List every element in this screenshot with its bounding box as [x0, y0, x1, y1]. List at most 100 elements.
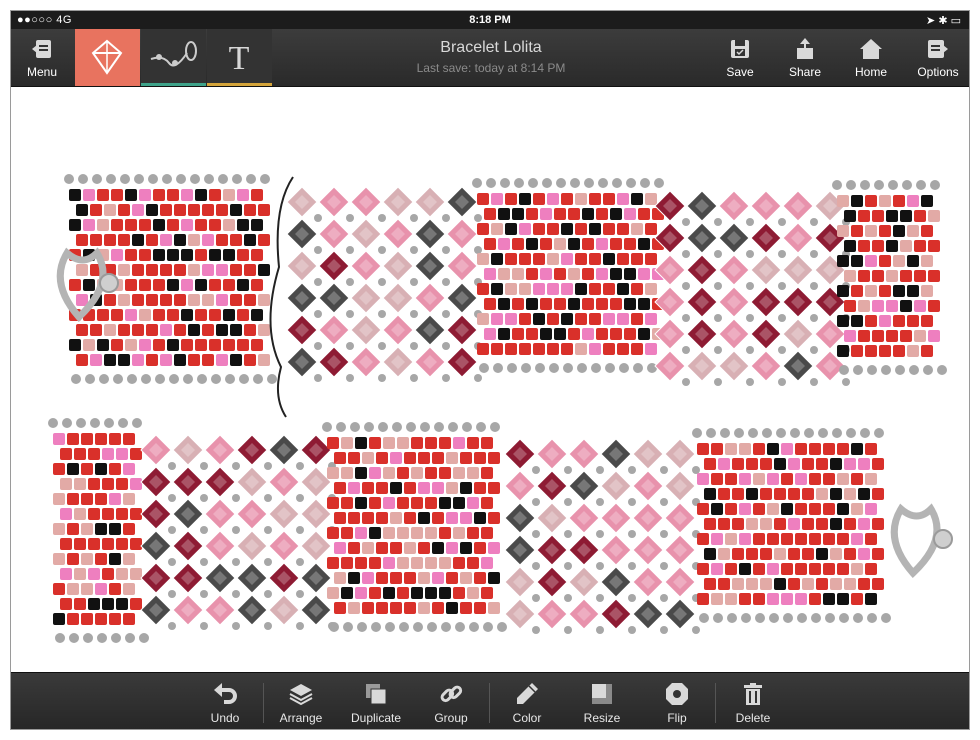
seed-bead[interactable] [575, 223, 587, 235]
seed-bead[interactable] [341, 437, 353, 449]
seed-bead[interactable] [711, 473, 723, 485]
seed-bead[interactable] [491, 253, 503, 265]
seed-bead[interactable] [533, 193, 545, 205]
seed-bead[interactable] [697, 563, 709, 575]
seed-bead[interactable] [753, 503, 765, 515]
seed-bead[interactable] [844, 458, 856, 470]
seed-bead[interactable] [362, 602, 374, 614]
seed-bead[interactable] [195, 309, 207, 321]
seed-bead[interactable] [631, 343, 643, 355]
seed-bead[interactable] [258, 354, 270, 366]
seed-bead[interactable] [74, 478, 86, 490]
seed-bead[interactable] [153, 219, 165, 231]
seed-bead[interactable] [872, 548, 884, 560]
seed-bead[interactable] [404, 572, 416, 584]
seed-bead[interactable] [491, 343, 503, 355]
seed-bead[interactable] [837, 285, 849, 297]
seed-bead[interactable] [109, 493, 121, 505]
seed-bead[interactable] [596, 268, 608, 280]
seed-bead[interactable] [453, 467, 465, 479]
seed-bead[interactable] [474, 602, 486, 614]
seed-bead[interactable] [851, 503, 863, 515]
seed-bead[interactable] [610, 208, 622, 220]
seed-bead[interactable] [460, 452, 472, 464]
seed-bead[interactable] [488, 602, 500, 614]
seed-bead[interactable] [624, 238, 636, 250]
seed-bead[interactable] [865, 195, 877, 207]
seed-bead[interactable] [146, 294, 158, 306]
seed-bead[interactable] [865, 473, 877, 485]
seed-bead[interactable] [216, 294, 228, 306]
seed-bead[interactable] [823, 443, 835, 455]
seed-bead[interactable] [76, 294, 88, 306]
seed-bead[interactable] [610, 328, 622, 340]
seed-bead[interactable] [376, 572, 388, 584]
seed-bead[interactable] [160, 234, 172, 246]
seed-bead[interactable] [202, 294, 214, 306]
seed-bead[interactable] [95, 523, 107, 535]
seed-bead[interactable] [383, 467, 395, 479]
seed-bead[interactable] [631, 313, 643, 325]
seed-bead[interactable] [123, 583, 135, 595]
seed-bead[interactable] [125, 279, 137, 291]
seed-bead[interactable] [439, 557, 451, 569]
seed-bead[interactable] [582, 268, 594, 280]
seed-bead[interactable] [718, 488, 730, 500]
seed-bead[interactable] [334, 482, 346, 494]
seed-bead[interactable] [432, 602, 444, 614]
seed-bead[interactable] [132, 324, 144, 336]
seed-bead[interactable] [258, 294, 270, 306]
seed-bead[interactable] [788, 458, 800, 470]
seed-bead[interactable] [851, 255, 863, 267]
seed-bead[interactable] [481, 587, 493, 599]
seed-bead[interactable] [802, 578, 814, 590]
seed-bead[interactable] [74, 508, 86, 520]
seed-bead[interactable] [139, 249, 151, 261]
seed-bead[interactable] [865, 345, 877, 357]
seed-bead[interactable] [725, 563, 737, 575]
seed-bead[interactable] [467, 557, 479, 569]
seed-bead[interactable] [725, 473, 737, 485]
seed-bead[interactable] [167, 339, 179, 351]
seed-bead[interactable] [540, 298, 552, 310]
seed-bead[interactable] [460, 572, 472, 584]
seed-bead[interactable] [844, 300, 856, 312]
seed-bead[interactable] [589, 343, 601, 355]
seed-bead[interactable] [561, 253, 573, 265]
seed-bead[interactable] [369, 497, 381, 509]
seed-bead[interactable] [760, 518, 772, 530]
seed-bead[interactable] [74, 568, 86, 580]
seed-bead[interactable] [526, 238, 538, 250]
seed-bead[interactable] [88, 538, 100, 550]
seed-bead[interactable] [130, 598, 142, 610]
seed-bead[interactable] [341, 557, 353, 569]
seed-bead[interactable] [858, 240, 870, 252]
seed-bead[interactable] [390, 572, 402, 584]
seed-bead[interactable] [83, 339, 95, 351]
seed-bead[interactable] [160, 324, 172, 336]
seed-bead[interactable] [900, 330, 912, 342]
seed-bead[interactable] [230, 204, 242, 216]
seed-bead[interactable] [453, 497, 465, 509]
seed-bead[interactable] [244, 294, 256, 306]
seed-bead[interactable] [477, 253, 489, 265]
seed-bead[interactable] [74, 448, 86, 460]
seed-bead[interactable] [893, 345, 905, 357]
seed-bead[interactable] [858, 300, 870, 312]
seed-bead[interactable] [69, 339, 81, 351]
seed-bead[interactable] [95, 583, 107, 595]
seed-bead[interactable] [921, 315, 933, 327]
seed-bead[interactable] [60, 538, 72, 550]
seed-bead[interactable] [411, 587, 423, 599]
seed-bead[interactable] [109, 613, 121, 625]
seed-bead[interactable] [575, 313, 587, 325]
seed-bead[interactable] [568, 328, 580, 340]
seed-bead[interactable] [718, 518, 730, 530]
seed-bead[interactable] [76, 234, 88, 246]
seed-bead[interactable] [512, 328, 524, 340]
seed-bead[interactable] [596, 238, 608, 250]
seed-bead[interactable] [237, 339, 249, 351]
seed-bead[interactable] [481, 527, 493, 539]
seed-bead[interactable] [467, 587, 479, 599]
seed-bead[interactable] [244, 234, 256, 246]
